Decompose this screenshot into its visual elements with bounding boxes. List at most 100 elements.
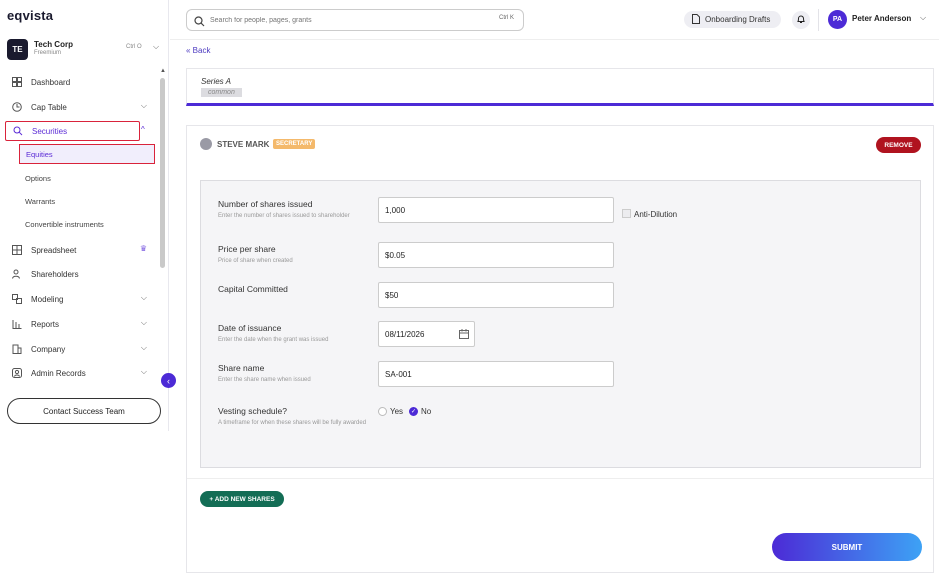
contact-success-team-button[interactable]: Contact Success Team [7,398,161,424]
user-icon [200,138,212,150]
holder-header: STEVE MARK SECRETARY REMOVE [187,126,933,163]
sidebar-item-label: Reports [31,319,60,329]
document-icon [692,13,700,26]
org-avatar: TE [7,39,28,60]
sidebar-item-label: Shareholders [31,269,79,279]
add-new-shares-button[interactable]: + ADD NEW SHARES [200,491,284,507]
sidebar-subitem-equities[interactable]: Equities [19,144,155,164]
sidebar-item-securities[interactable]: Securities [5,121,140,141]
shares-input[interactable]: 1,000 [378,197,614,223]
price-label: Price per share [218,244,276,254]
sidebar-item-admin-records[interactable]: Admin Records ⌵ [5,363,155,383]
sidebar-subitem-options[interactable]: Options [19,168,155,188]
chevron-down-icon: ⌵ [140,367,147,376]
chevron-down-icon: ⌵ [140,101,147,110]
calendar-icon[interactable] [459,329,469,339]
chevron-up-icon: ^ [141,125,145,134]
price-input[interactable]: $0.05 [378,242,614,268]
check-icon: ✓ [410,409,417,415]
admin-records-icon [10,366,24,380]
shares-help: Enter the number of shares issued to sha… [218,213,350,219]
sharename-input[interactable]: SA-001 [378,361,614,387]
sidebar-item-cap-table[interactable]: Cap Table ⌵ [5,97,155,117]
anti-dilution-checkbox[interactable] [622,209,631,218]
sharename-help: Enter the share name when issued [218,377,311,383]
scroll-up-icon[interactable]: ▲ [160,68,166,74]
brand-logo[interactable]: eqvista [7,8,53,23]
reports-icon [10,317,24,331]
series-title: Series A [201,77,231,86]
share-form: Number of shares issued Enter the number… [200,180,921,468]
sidebar-item-label: Company [31,344,66,354]
search-shortcut: Ctrl K [499,15,514,21]
org-switcher[interactable]: TE Tech Corp Freemium Ctrl O ⌵ [7,39,162,61]
chevron-down-icon[interactable]: ⌵ [920,13,926,23]
org-plan: Freemium [34,50,62,56]
date-help: Enter the date when the grant was issued [218,337,329,343]
remove-button[interactable]: REMOVE [876,137,921,153]
sidebar-item-spreadsheet[interactable]: Spreadsheet ♛ [5,240,155,260]
chevron-down-icon: ⌵ [153,42,160,51]
search-icon [194,14,206,27]
sidebar-item-company[interactable]: Company ⌵ [5,339,155,359]
sharename-label: Share name [218,363,265,373]
sidebar-item-label: Admin Records [31,368,86,378]
chevron-down-icon: ⌵ [140,318,147,327]
shares-label: Number of shares issued [218,199,313,209]
scroll-thumb[interactable] [160,78,165,268]
sidebar-item-label: Modeling [31,294,64,304]
crown-icon: ♛ [139,244,147,253]
capital-label: Capital Committed [218,284,288,294]
org-name: Tech Corp [34,40,73,49]
sidebar-item-shareholders[interactable]: Shareholders [5,264,155,284]
modeling-icon [10,292,24,306]
collapse-sidebar-button[interactable]: ‹ [161,373,176,388]
anti-dilution-label: Anti-Dilution [634,210,678,219]
vesting-help: A timeframe for when these shares will b… [218,420,367,426]
app-root: eqvista TE Tech Corp Freemium Ctrl O ⌵ D… [0,0,939,579]
shareholders-icon [10,267,24,281]
chevron-left-icon: ‹ [167,375,170,386]
vesting-no-label: No [421,407,432,416]
sidebar-subitem-warrants[interactable]: Warrants [19,191,155,211]
sidebar: eqvista TE Tech Corp Freemium Ctrl O ⌵ D… [0,0,169,431]
date-input[interactable]: 08/11/2026 [378,321,475,347]
price-help: Price of share when created [218,258,293,264]
series-tag: common [201,88,242,97]
role-badge: SECRETARY [273,139,316,149]
date-value: 08/11/2026 [385,329,425,339]
search-box[interactable]: Ctrl K [186,9,524,31]
vesting-no-radio[interactable]: ✓ [409,407,418,416]
search-input[interactable] [210,13,480,28]
sidebar-item-label: Cap Table [31,102,67,112]
user-name[interactable]: Peter Anderson [852,14,911,23]
vesting-label: Vesting schedule? [218,406,287,416]
notifications-button[interactable] [792,11,810,29]
securities-icon [11,124,25,138]
back-label: Back [192,46,211,55]
sidebar-item-label: Dashboard [31,77,71,87]
dashboard-icon [10,75,24,89]
spreadsheet-icon [10,243,24,257]
chevron-down-icon: ⌵ [140,293,147,302]
sidebar-subitem-convertible[interactable]: Convertible instruments [19,214,155,234]
sidebar-item-label: Securities [32,126,68,136]
back-link[interactable]: « Back [186,46,210,55]
capital-input[interactable]: $50 [378,282,614,308]
submit-button[interactable]: SUBMIT [772,533,922,561]
sidebar-item-reports[interactable]: Reports ⌵ [5,314,155,334]
sidebar-item-dashboard[interactable]: Dashboard [5,72,155,92]
sidebar-item-modeling[interactable]: Modeling ⌵ [5,289,155,309]
bell-icon [797,15,805,26]
sidebar-item-label: Spreadsheet [31,245,77,255]
onboarding-drafts-button[interactable]: Onboarding Drafts [684,11,781,28]
divider [187,478,933,479]
cap-table-icon [10,100,24,114]
series-card: Series A common [186,68,934,106]
chevron-down-icon: ⌵ [140,343,147,352]
sidebar-scrollbar[interactable]: ▲ [160,68,166,268]
avatar[interactable]: PA [828,10,847,29]
vesting-yes-label: Yes [390,407,404,416]
vesting-yes-radio[interactable] [378,407,387,416]
holder-card: STEVE MARK SECRETARY REMOVE Number of sh… [186,125,934,573]
